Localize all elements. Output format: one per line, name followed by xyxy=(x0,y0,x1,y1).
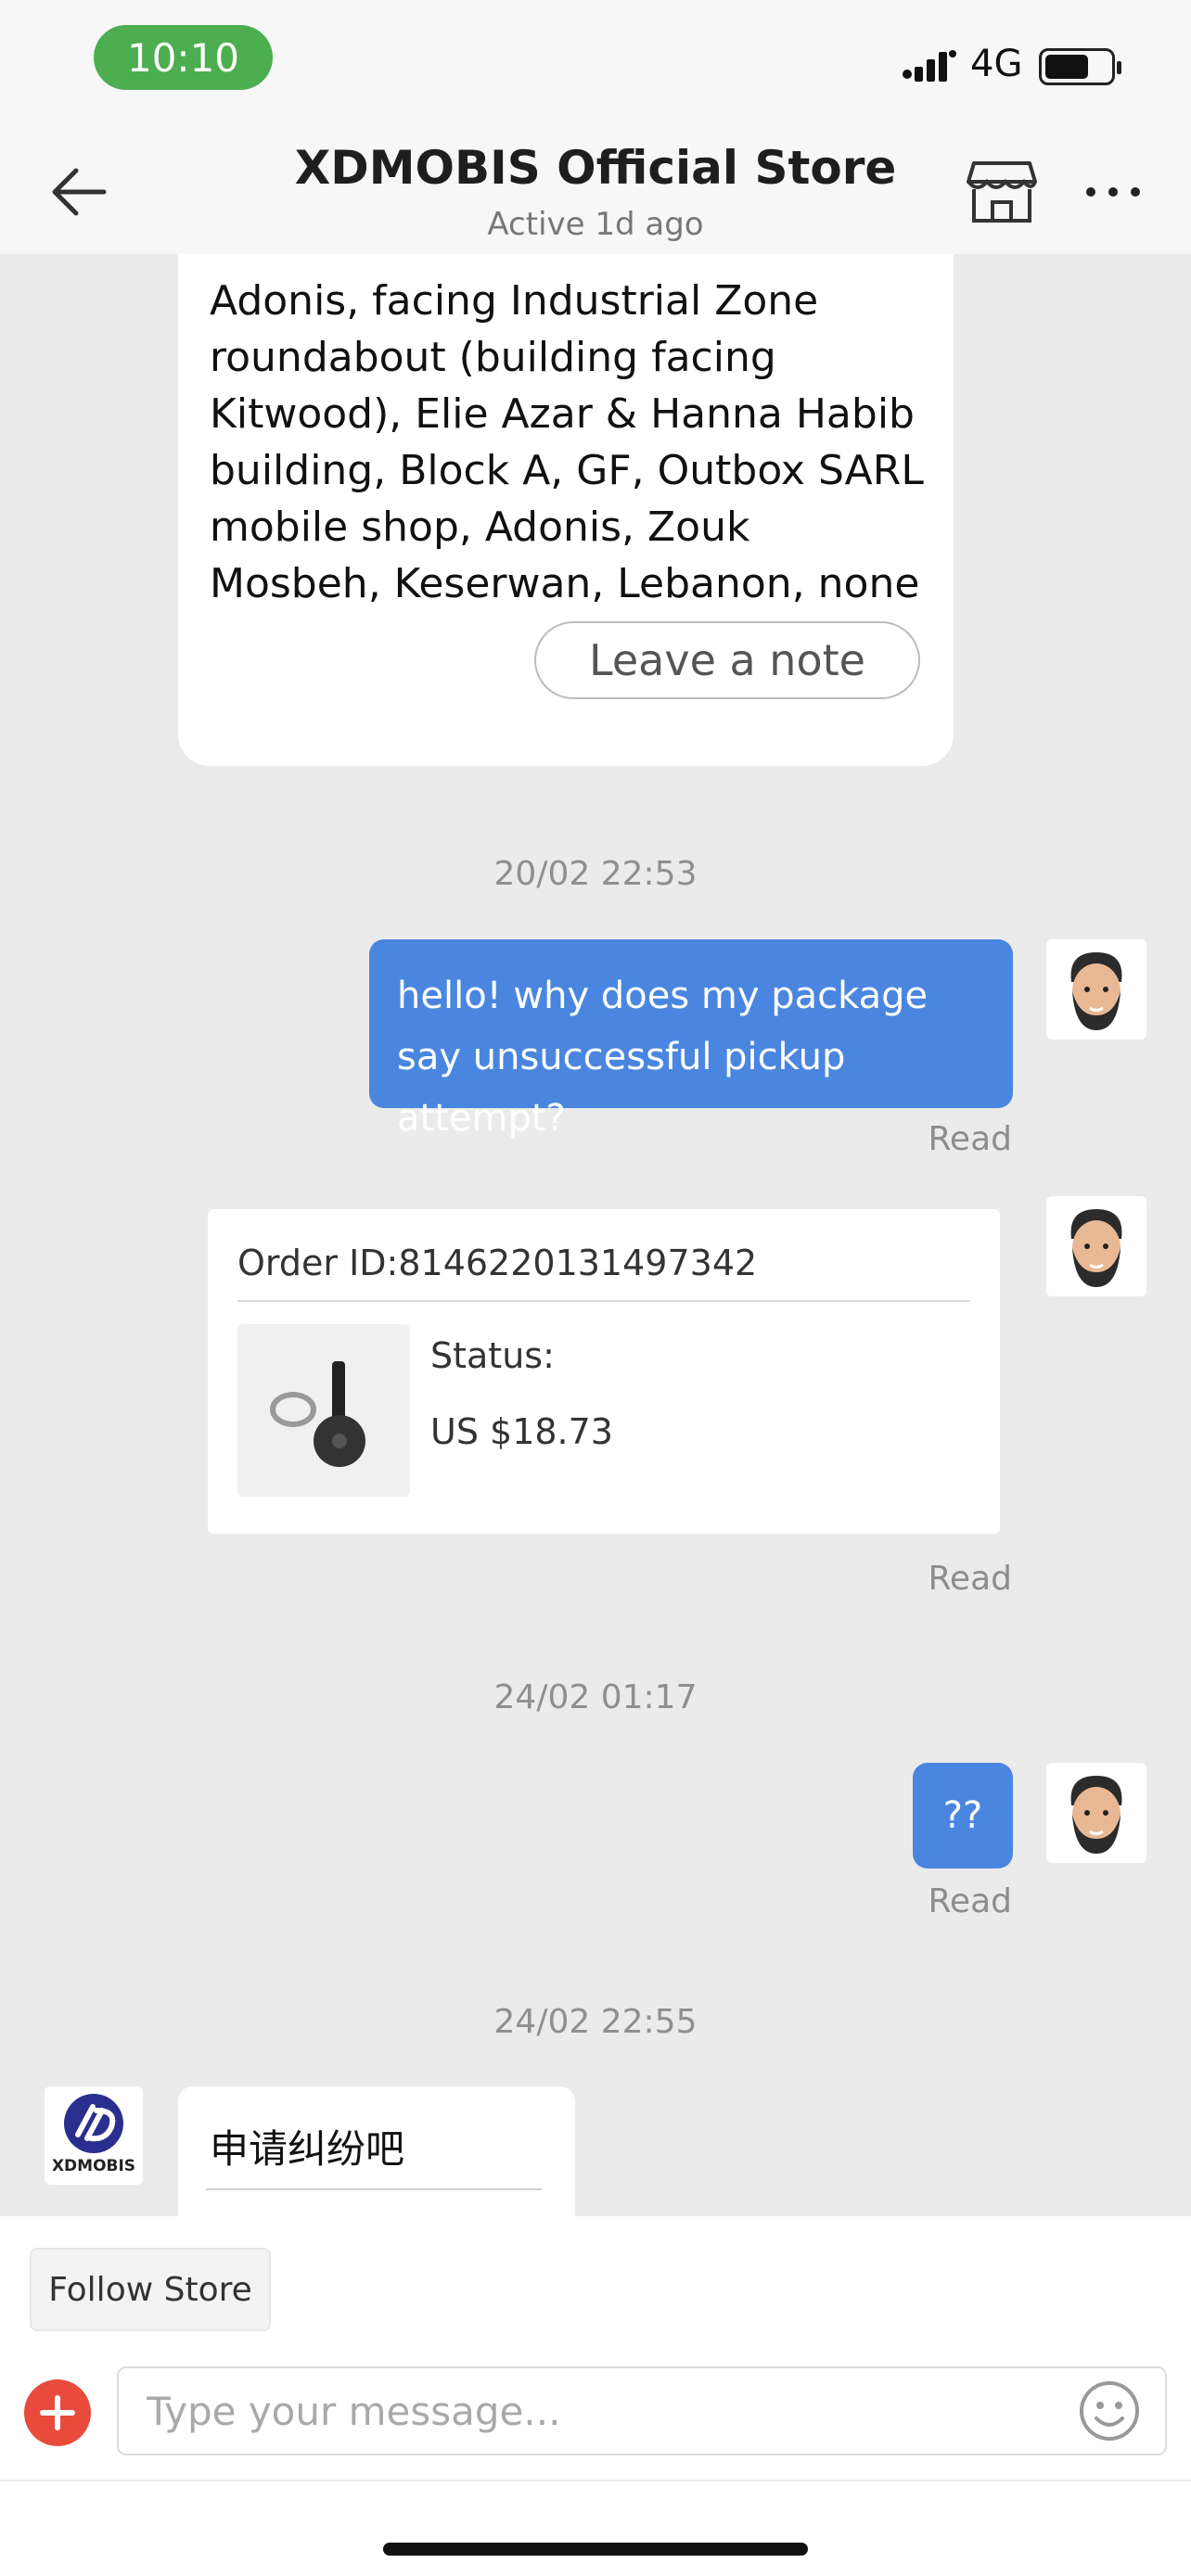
shipping-address: Adonis, facing Industrial Zone roundabou… xyxy=(210,277,924,607)
order-status: Status: xyxy=(430,1335,555,1376)
more-options-icon[interactable] xyxy=(1083,178,1143,206)
network-type: 4G xyxy=(970,43,1023,85)
read-receipt: Read xyxy=(928,1882,1012,1920)
store-avatar[interactable]: XDMOBIS xyxy=(45,2086,143,2185)
product-thumbnail[interactable] xyxy=(237,1324,410,1497)
store-title: XDMOBIS Official Store xyxy=(294,141,897,195)
timestamp: 20/02 22:53 xyxy=(493,855,698,893)
product-image xyxy=(237,1324,410,1497)
incoming-message[interactable]: 申请纠纷吧 xyxy=(178,2086,575,2216)
read-receipt: Read xyxy=(928,1560,1012,1598)
home-indicator[interactable] xyxy=(383,2543,808,2556)
status-bar: 10:10 4G xyxy=(0,0,1191,122)
chat-header: XDMOBIS Official Store Active 1d ago xyxy=(0,122,1191,254)
timestamp: 24/02 01:17 xyxy=(493,1678,698,1716)
timestamp: 24/02 22:55 xyxy=(493,2003,698,2041)
battery-icon xyxy=(1039,48,1121,85)
user-avatar xyxy=(1046,939,1146,1039)
divider xyxy=(237,1300,970,1302)
back-arrow-icon[interactable] xyxy=(46,159,111,224)
order-price: US $18.73 xyxy=(430,1411,613,1452)
chat-area[interactable]: Adonis, facing Industrial Zone roundabou… xyxy=(0,254,1191,2216)
memoji-avatar-icon xyxy=(1070,1209,1122,1287)
memoji-avatar-icon xyxy=(1070,1776,1122,1854)
leave-note-button[interactable]: Leave a note xyxy=(534,621,920,699)
status-time: 10:10 xyxy=(94,25,273,90)
message-input[interactable] xyxy=(117,2366,1167,2455)
divider xyxy=(0,2480,1191,2481)
user-avatar xyxy=(1046,1196,1146,1296)
outgoing-message[interactable]: hello! why does my package say unsuccess… xyxy=(369,939,1013,1140)
emoji-icon[interactable] xyxy=(1078,2379,1141,2442)
user-avatar xyxy=(1046,1763,1146,1863)
order-card[interactable]: Order ID:8146220131497342 Status: US $18… xyxy=(208,1209,1000,1534)
incoming-message-text: 申请纠纷吧 xyxy=(210,2126,405,2172)
address-card: Adonis, facing Industrial Zone roundabou… xyxy=(178,254,954,766)
divider xyxy=(206,2188,542,2190)
memoji-avatar-icon xyxy=(1070,952,1122,1030)
cellular-signal-icon xyxy=(903,50,956,82)
read-receipt: Read xyxy=(928,1120,1012,1158)
add-attachment-icon[interactable] xyxy=(24,2379,91,2446)
store-icon[interactable] xyxy=(965,158,1039,224)
store-logo-text: XDMOBIS xyxy=(51,2157,136,2175)
order-id: Order ID:8146220131497342 xyxy=(237,1243,758,1283)
composer-bar: Follow Store xyxy=(0,2216,1191,2576)
follow-store-button[interactable]: Follow Store xyxy=(30,2248,271,2331)
outgoing-message[interactable]: ?? xyxy=(913,1763,1013,1868)
xdmobis-logo-icon xyxy=(64,2094,123,2153)
active-status: Active 1d ago xyxy=(487,206,704,243)
